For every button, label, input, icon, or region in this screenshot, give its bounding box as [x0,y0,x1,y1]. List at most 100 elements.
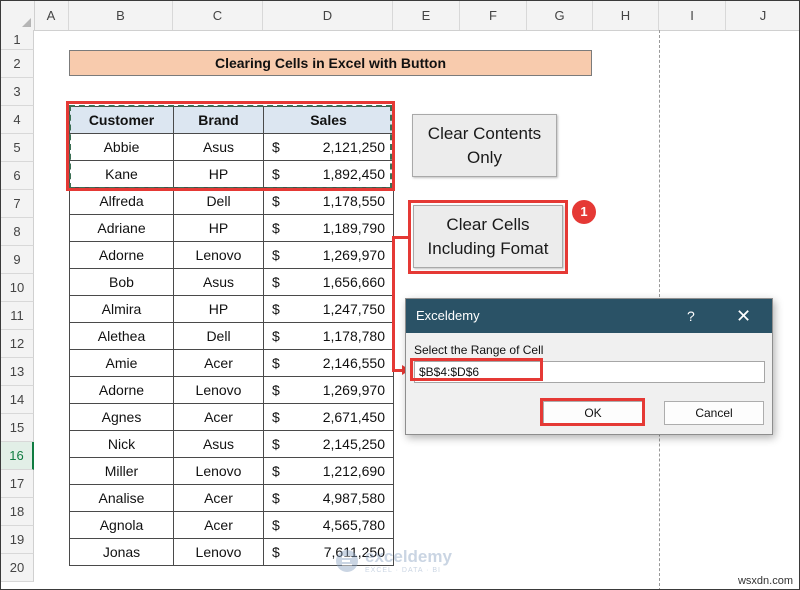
cell-brand[interactable]: Acer [173,349,264,377]
cell-customer[interactable]: Adorne [69,376,174,404]
ok-button[interactable]: OK [543,401,643,425]
cell-brand[interactable]: HP [173,160,264,188]
row-header-2[interactable]: 2 [1,50,34,78]
cell-sales[interactable]: $1,269,970 [263,376,394,404]
cell-sales[interactable]: $4,565,780 [263,511,394,539]
cell-sales[interactable]: $2,121,250 [263,133,394,161]
sales-amount: 1,269,970 [322,247,385,263]
row-header-13[interactable]: 13 [1,358,34,386]
column-header-b[interactable]: B [69,1,173,30]
cell-brand[interactable]: Asus [173,268,264,296]
row-header-4[interactable]: 4 [1,106,34,134]
cell-customer[interactable]: Jonas [69,538,174,566]
row-header-19[interactable]: 19 [1,526,34,554]
column-header-d[interactable]: D [263,1,393,30]
table-row: Abbie Asus $2,121,250 [69,133,394,161]
header-sales[interactable]: Sales [263,106,394,134]
cell-brand[interactable]: Acer [173,484,264,512]
cell-sales[interactable]: $2,146,550 [263,349,394,377]
row-header-6[interactable]: 6 [1,162,34,190]
cell-brand[interactable]: Lenovo [173,376,264,404]
row-header-5[interactable]: 5 [1,134,34,162]
cell-brand[interactable]: Lenovo [173,538,264,566]
row-header-9[interactable]: 9 [1,246,34,274]
row-header-11[interactable]: 11 [1,302,34,330]
cell-sales[interactable]: $1,656,660 [263,268,394,296]
cell-sales[interactable]: $1,178,550 [263,187,394,215]
cell-brand[interactable]: Lenovo [173,241,264,269]
currency-symbol: $ [272,193,280,209]
cell-customer[interactable]: Alethea [69,322,174,350]
cell-sales[interactable]: $1,247,750 [263,295,394,323]
cell-customer[interactable]: Amie [69,349,174,377]
cell-customer[interactable]: Adriane [69,214,174,242]
row-header-14[interactable]: 14 [1,386,34,414]
row-header-7[interactable]: 7 [1,190,34,218]
sales-amount: 2,146,550 [322,355,385,371]
close-icon[interactable]: ✕ [736,299,751,333]
cell-brand[interactable]: Asus [173,430,264,458]
cell-customer[interactable]: Almira [69,295,174,323]
cell-brand[interactable]: Lenovo [173,457,264,485]
cell-sales[interactable]: $1,178,780 [263,322,394,350]
cell-brand[interactable]: Asus [173,133,264,161]
row-header-3[interactable]: 3 [1,78,34,106]
row-header-10[interactable]: 10 [1,274,34,302]
cell-customer[interactable]: Miller [69,457,174,485]
row-header-17[interactable]: 17 [1,470,34,498]
column-header-c[interactable]: C [173,1,263,30]
cell-customer[interactable]: Bob [69,268,174,296]
clear-contents-button[interactable]: Clear Contents Only [412,114,557,177]
cell-sales[interactable]: $4,987,580 [263,484,394,512]
row-header-15[interactable]: 15 [1,414,34,442]
cell-brand[interactable]: HP [173,214,264,242]
cell-brand[interactable]: Acer [173,511,264,539]
clear-cells-format-button[interactable]: Clear Cells Including Fomat [413,205,563,268]
row-header-16[interactable]: 16 [1,442,34,470]
cell-sales[interactable]: $1,189,790 [263,214,394,242]
cancel-button[interactable]: Cancel [664,401,764,425]
column-header-h[interactable]: H [593,1,659,30]
column-header-j[interactable]: J [726,1,799,30]
cell-sales[interactable]: $1,269,970 [263,241,394,269]
row-header-18[interactable]: 18 [1,498,34,526]
column-header-f[interactable]: F [460,1,527,30]
cell-customer[interactable]: Analise [69,484,174,512]
cell-customer[interactable]: Alfreda [69,187,174,215]
select-all-corner[interactable] [1,1,35,30]
dialog-title: Exceldemy [416,308,480,323]
header-brand[interactable]: Brand [173,106,264,134]
column-header-i[interactable]: I [659,1,726,30]
cell-sales[interactable]: $2,671,450 [263,403,394,431]
cell-customer[interactable]: Nick [69,430,174,458]
help-icon[interactable]: ? [687,299,695,333]
watermark-tagline: EXCEL · DATA · BI [365,567,441,574]
currency-symbol: $ [272,220,280,236]
column-header-a[interactable]: A [34,1,69,30]
table-body: Abbie Asus $2,121,250 Kane HP $1,892,450 Alfre… [69,133,394,566]
range-input[interactable] [414,361,765,383]
sales-amount: 4,565,780 [322,517,385,533]
cell-customer[interactable]: Agnola [69,511,174,539]
cell-brand[interactable]: Dell [173,187,264,215]
dialog-titlebar[interactable]: Exceldemy ? ✕ [406,299,772,333]
column-header-g[interactable]: G [527,1,593,30]
cell-brand[interactable]: Dell [173,322,264,350]
site-credit: wsxdn.com [737,575,793,587]
row-header-8[interactable]: 8 [1,218,34,246]
row-header-20[interactable]: 20 [1,554,34,582]
cell-sales[interactable]: $2,145,250 [263,430,394,458]
cell-sales[interactable]: $7,611,250 [263,538,394,566]
cell-sales[interactable]: $1,212,690 [263,457,394,485]
column-header-e[interactable]: E [393,1,460,30]
cell-brand[interactable]: Acer [173,403,264,431]
row-header-1[interactable]: 1 [1,30,34,50]
cell-customer[interactable]: Agnes [69,403,174,431]
row-header-12[interactable]: 12 [1,330,34,358]
cell-customer[interactable]: Abbie [69,133,174,161]
cell-brand[interactable]: HP [173,295,264,323]
cell-customer[interactable]: Adorne [69,241,174,269]
cell-customer[interactable]: Kane [69,160,174,188]
cell-sales[interactable]: $1,892,450 [263,160,394,188]
header-customer[interactable]: Customer [69,106,174,134]
